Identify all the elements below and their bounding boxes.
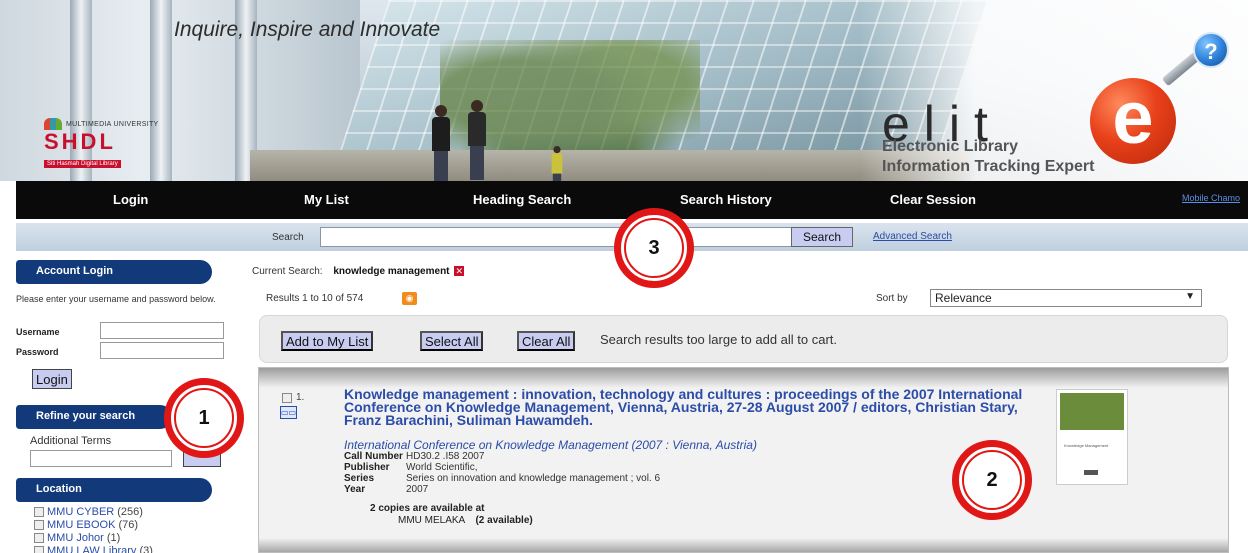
banner-person — [468, 100, 486, 180]
additional-terms-input[interactable] — [30, 450, 172, 467]
location-checkbox[interactable] — [34, 546, 44, 553]
banner-tagline: Inquire, Inspire and Innovate — [174, 18, 441, 41]
nav-search-history[interactable]: Search History — [680, 192, 772, 207]
login-button[interactable]: Login — [32, 369, 72, 389]
nav-heading-search[interactable]: Heading Search — [473, 192, 571, 207]
sort-value: Relevance — [935, 291, 992, 305]
location-item-mmu-ebook[interactable]: MMU EBOOK (76) — [34, 519, 138, 531]
result-number: 1. — [296, 392, 305, 403]
location-item-mmu-law[interactable]: MMU LAW Library (3) — [34, 545, 153, 553]
current-search-value: knowledge management — [333, 266, 450, 277]
refine-search-heading: Refine your search — [16, 405, 172, 429]
rss-icon[interactable]: ◉ — [402, 292, 417, 305]
nav-clear-session[interactable]: Clear Session — [890, 192, 976, 207]
copies-location: MMU MELAKA (2 available) — [398, 515, 533, 526]
meta-publisher: Publisher World Scientific, — [344, 462, 478, 473]
copies-library: MMU MELAKA — [398, 515, 465, 526]
meta-series: Series Series on innovation and knowledg… — [344, 473, 661, 484]
meta-call-number: Call Number HD30.2 .I58 2007 — [344, 451, 485, 462]
location-heading: Location — [16, 478, 212, 502]
result-checkbox[interactable] — [282, 392, 292, 403]
elite-e-logo: e — [1090, 78, 1176, 164]
result-title[interactable]: Knowledge management : innovation, techn… — [344, 387, 1039, 427]
sort-label: Sort by — [876, 293, 908, 304]
header-banner: Inquire, Inspire and Innovate MULTIMEDIA… — [0, 0, 1248, 181]
banner-person — [432, 105, 450, 181]
location-checkbox[interactable] — [34, 533, 44, 543]
username-field[interactable] — [100, 322, 224, 339]
search-input[interactable] — [320, 227, 798, 247]
add-to-my-list-button[interactable]: Add to My List — [281, 331, 374, 351]
search-button[interactable]: Search — [791, 227, 853, 247]
banner-person — [551, 146, 563, 181]
annotation-marker-3: 3 — [614, 208, 694, 288]
copies-status: (2 available) — [475, 515, 533, 526]
current-search: Current Search: knowledge management ✕ — [252, 266, 465, 277]
additional-terms-label: Additional Terms — [30, 435, 112, 447]
shdl-subtitle: Siti Hasmah Digital Library — [44, 160, 121, 168]
search-label: Search — [272, 232, 304, 243]
copies-available: 2 copies are available at — [370, 503, 485, 514]
nav-my-list[interactable]: My List — [304, 192, 349, 207]
remove-search-icon[interactable]: ✕ — [454, 266, 465, 277]
account-login-heading: Account Login — [16, 260, 212, 284]
location-item-mmu-cyber[interactable]: MMU CYBER (256) — [34, 506, 143, 518]
cover-publisher-logo — [1084, 470, 1098, 475]
mobile-link[interactable]: Mobile Chamo — [1182, 193, 1240, 203]
nav-login[interactable]: Login — [113, 192, 148, 207]
cart-toolbar: Add to My List Select All Clear All Sear… — [259, 315, 1228, 363]
annotation-marker-1: 1 — [164, 378, 244, 458]
clear-all-button[interactable]: Clear All — [517, 331, 576, 351]
password-label: Password — [16, 347, 59, 357]
location-checkbox[interactable] — [34, 520, 44, 530]
result-select[interactable]: 1. — [282, 392, 304, 403]
shdl-logo: MULTIMEDIA UNIVERSITY SHDL Siti Hasmah D… — [44, 118, 184, 170]
location-checkbox[interactable] — [34, 507, 44, 517]
result-author[interactable]: International Conference on Knowledge Ma… — [344, 438, 757, 452]
dropdown-arrow-icon: ▼ — [1185, 291, 1195, 302]
elite-subtitle-line1: Electronic Library — [882, 138, 1019, 155]
password-field[interactable] — [100, 342, 224, 359]
results-count: Results 1 to 10 of 574 — [266, 293, 364, 304]
annotation-marker-2: 2 — [952, 440, 1032, 520]
cover-title: Knowledge Management — [1064, 443, 1109, 448]
help-icon[interactable]: ? — [1193, 32, 1229, 68]
book-cover[interactable]: Knowledge Management — [1056, 389, 1128, 485]
cart-message: Search results too large to add all to c… — [600, 332, 838, 347]
university-name: MULTIMEDIA UNIVERSITY — [66, 120, 159, 128]
account-login-instructions: Please enter your username and password … — [16, 294, 216, 304]
advanced-search-link[interactable]: Advanced Search — [873, 231, 952, 242]
meta-year: Year 2007 — [344, 484, 429, 495]
location-item-mmu-johor[interactable]: MMU Johor (1) — [34, 532, 120, 544]
select-all-button[interactable]: Select All — [420, 331, 484, 351]
shdl-wordmark: SHDL — [44, 129, 116, 154]
username-label: Username — [16, 327, 60, 337]
sort-select[interactable]: Relevance ▼ — [930, 289, 1202, 307]
book-icon: ▭▭ — [280, 406, 297, 419]
current-search-label: Current Search: — [252, 266, 323, 277]
elite-subtitle-line2: Information Tracking Expert — [882, 158, 1095, 175]
